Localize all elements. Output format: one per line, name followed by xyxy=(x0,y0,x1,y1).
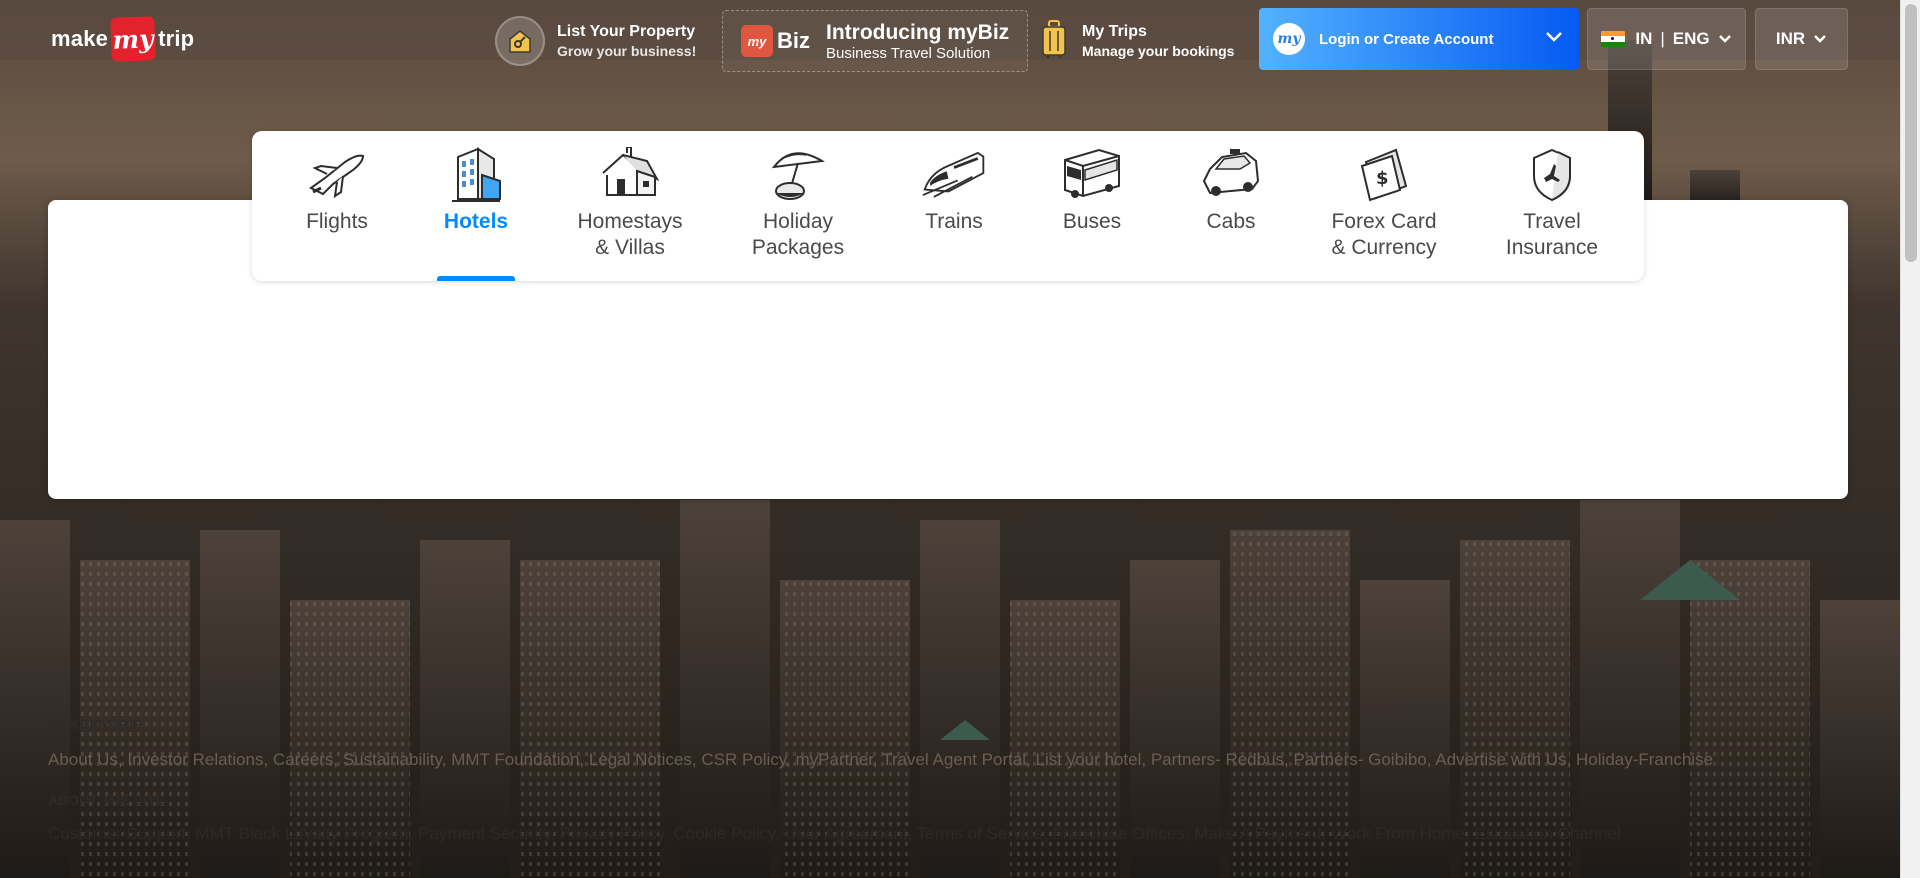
footer-heading-about: ABOUT THE SITE xyxy=(48,792,165,808)
currency-selector[interactable]: INR xyxy=(1755,8,1848,70)
tab-travel-insurance[interactable]: Travel Insurance xyxy=(1468,131,1636,281)
footer-links-makemytrip: About Us, Investor Relations, Careers, S… xyxy=(48,750,1714,769)
tab-label-hotels: Hotels xyxy=(443,210,509,233)
footer-links-about: Customer Support, MMT Black Loyalty Prog… xyxy=(48,824,1621,843)
mybiz-logo-text: Biz xyxy=(777,28,810,53)
footer-link[interactable]: Escalation Channel xyxy=(1474,824,1620,843)
my-trips-title: My Trips xyxy=(1082,23,1147,40)
footer-link[interactable]: Make A Payment xyxy=(1194,824,1322,843)
airplane-icon xyxy=(304,145,370,203)
footer-link[interactable]: Travel Agent Portal xyxy=(882,750,1026,769)
logo-trip-text: trip xyxy=(158,26,195,51)
bus-icon xyxy=(1059,145,1125,203)
tab-hotels[interactable]: Hotels xyxy=(402,131,550,281)
footer-link[interactable]: Holiday-Franchise xyxy=(1576,750,1713,769)
tab-label-forex: Forex Card & Currency xyxy=(1331,210,1437,259)
suitcase-icon xyxy=(1040,19,1068,64)
insurance-shield-icon xyxy=(1519,145,1585,203)
mybiz-subtitle: Business Travel Solution xyxy=(826,44,991,62)
user-avatar-icon: my xyxy=(1273,23,1305,55)
footer-link[interactable]: Careers xyxy=(273,750,333,769)
footer-link[interactable]: Legal Notices xyxy=(589,750,692,769)
list-property-title: List Your Property xyxy=(557,23,696,40)
mybiz-title: Introducing myBiz xyxy=(826,20,1010,44)
india-flag-icon xyxy=(1601,31,1626,47)
tab-label-trains: Trains xyxy=(925,210,983,233)
top-header: make my trip List Your Property Grow you… xyxy=(0,0,1900,80)
footer-link[interactable]: Customer Support xyxy=(48,824,186,843)
chevron-down-icon xyxy=(1813,29,1827,49)
footer-link[interactable]: Partners- Goibibo xyxy=(1294,750,1427,769)
footer-link[interactable]: Sustainability xyxy=(343,750,442,769)
country-language-selector[interactable]: IN | ENG xyxy=(1587,8,1746,70)
login-create-account-button[interactable]: my Login or Create Account xyxy=(1259,8,1579,70)
footer-link[interactable]: Advertise with Us xyxy=(1435,750,1566,769)
beach-umbrella-icon xyxy=(765,145,831,203)
locale-separator: | xyxy=(1660,29,1665,48)
footer-link[interactable]: Partners- Redbus xyxy=(1151,750,1284,769)
footer-link[interactable]: Privacy Policy xyxy=(559,824,664,843)
footer-link[interactable]: Payment Security xyxy=(418,824,550,843)
tab-holiday-packages[interactable]: Holiday Packages xyxy=(710,131,886,281)
tab-label-insurance: Travel Insurance xyxy=(1505,210,1599,259)
tab-buses[interactable]: Buses xyxy=(1022,131,1162,281)
tab-label-buses: Buses xyxy=(1062,210,1122,233)
my-trips-link[interactable]: My Trips Manage your bookings xyxy=(1040,10,1250,72)
cab-icon xyxy=(1198,145,1264,203)
logo-my-badge: my xyxy=(110,16,156,62)
tab-label-homestays: Homestays & Villas xyxy=(577,210,683,259)
chevron-down-icon xyxy=(1718,29,1732,49)
vertical-scrollbar[interactable] xyxy=(1900,0,1920,878)
footer-heading-makemytrip: MAKEMYTRIP xyxy=(48,716,143,732)
footer-link[interactable]: Work From Home xyxy=(1331,824,1465,843)
footer-link[interactable]: myPartner xyxy=(795,750,872,769)
footer-link[interactable]: Franchise Offices xyxy=(1053,824,1185,843)
tab-label-flights: Flights xyxy=(306,210,368,233)
footer-link[interactable]: User Agreement xyxy=(785,824,908,843)
footer-link[interactable]: Cookie Policy xyxy=(673,824,775,843)
footer-link[interactable]: About Us xyxy=(48,750,118,769)
mybiz-bag-icon: my xyxy=(741,25,773,57)
house-icon xyxy=(597,145,663,203)
tab-trains[interactable]: Trains xyxy=(886,131,1022,281)
footer-link[interactable]: List your hotel xyxy=(1036,750,1142,769)
tab-label-cabs: Cabs xyxy=(1206,210,1256,233)
footer-link[interactable]: MMT Foundation xyxy=(451,750,579,769)
tab-flights[interactable]: Flights xyxy=(272,131,402,281)
footer-link[interactable]: MMT Black Loyalty Program xyxy=(195,824,408,843)
language-code: ENG xyxy=(1672,29,1710,48)
footer-link[interactable]: Investor Relations xyxy=(127,750,263,769)
footer-link[interactable]: CSR Policy xyxy=(701,750,786,769)
train-icon xyxy=(921,145,987,203)
logo-make-text: make xyxy=(51,26,109,51)
tab-cabs[interactable]: Cabs xyxy=(1162,131,1300,281)
list-your-property-link[interactable]: List Your Property Grow your business! xyxy=(495,10,705,72)
mybiz-logo: my Biz xyxy=(741,25,810,57)
mybiz-promo[interactable]: my Biz Introducing myBiz Business Travel… xyxy=(722,10,1028,72)
scrollbar-thumb[interactable] xyxy=(1905,4,1917,262)
product-tabs: Flights Hotels Homestays & Villas Holida… xyxy=(252,131,1644,281)
tab-forex[interactable]: $ Forex Card & Currency xyxy=(1300,131,1468,281)
property-key-icon xyxy=(495,16,545,66)
makemytrip-logo[interactable]: make my trip xyxy=(51,16,194,62)
chevron-down-icon xyxy=(1545,30,1563,48)
svg-text:$: $ xyxy=(1376,168,1389,189)
forex-card-icon: $ xyxy=(1351,145,1417,203)
tab-homestays[interactable]: Homestays & Villas xyxy=(550,131,710,281)
hotel-building-icon xyxy=(443,145,509,203)
footer-link[interactable]: Terms of Service xyxy=(917,824,1044,843)
login-label: Login or Create Account xyxy=(1319,30,1494,48)
my-trips-subtitle: Manage your bookings xyxy=(1082,43,1235,59)
tab-label-holiday: Holiday Packages xyxy=(751,210,845,259)
currency-code: INR xyxy=(1775,29,1806,48)
list-property-subtitle: Grow your business! xyxy=(557,43,697,59)
country-code: IN xyxy=(1635,29,1653,48)
site-footer: MAKEMYTRIP About Us, Investor Relations,… xyxy=(48,716,1848,844)
